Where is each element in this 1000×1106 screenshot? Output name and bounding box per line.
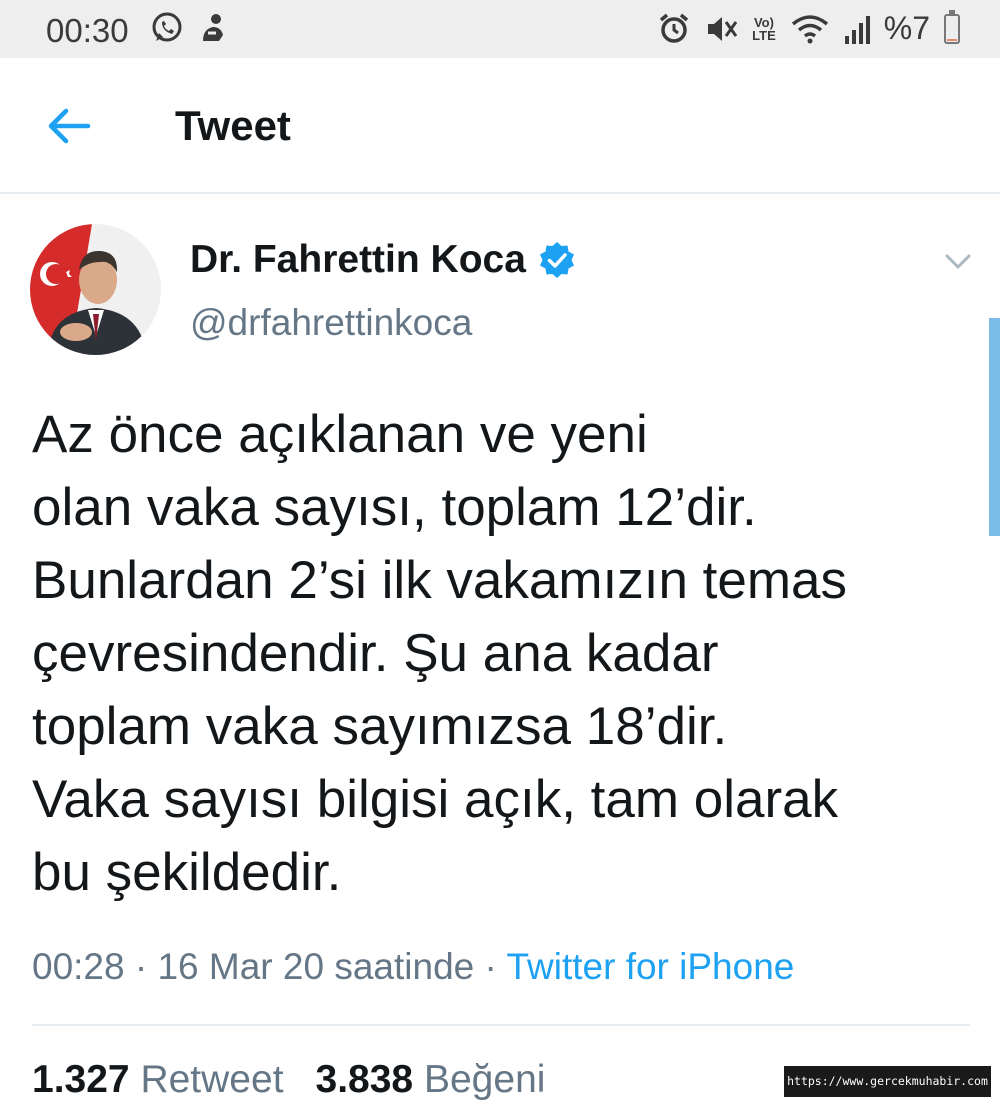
tweet-meta: 00:28 · 16 Mar 20 saatinde · Twitter for…	[32, 946, 794, 988]
status-right-icons: Vo) LTE %7	[658, 9, 960, 47]
page-title: Tweet	[175, 102, 291, 149]
notification-icon	[198, 11, 228, 50]
status-left-icons	[150, 11, 228, 50]
battery-percentage: %7	[883, 10, 930, 46]
author-name[interactable]: Dr. Fahrettin Koca	[190, 238, 576, 282]
like-stat[interactable]: 3.838 Beğeni	[316, 1058, 546, 1102]
alarm-icon	[658, 12, 690, 46]
retweet-stat[interactable]: 1.327 Retweet	[32, 1058, 284, 1102]
top-app-bar: Tweet	[0, 58, 1000, 194]
back-arrow-icon	[48, 108, 91, 144]
author-name-text: Dr. Fahrettin Koca	[190, 238, 526, 281]
back-button[interactable]	[44, 104, 94, 148]
tweet-text: Az önce açıklanan ve yeni olan vaka sayı…	[32, 405, 848, 902]
retweet-label: Retweet	[140, 1058, 284, 1101]
battery-fill	[947, 38, 957, 41]
whatsapp-icon	[150, 11, 184, 50]
volte-icon: Vo) LTE	[752, 16, 776, 42]
author-handle[interactable]: @drfahrettinkoca	[190, 302, 472, 344]
tweet-timestamp: 00:28 · 16 Mar 20 saatinde ·	[32, 946, 507, 987]
chevron-down-icon	[945, 254, 971, 269]
avatar[interactable]	[30, 224, 161, 355]
status-time: 00:30	[46, 12, 129, 49]
watermark: https://www.gercekmuhabir.com	[784, 1066, 991, 1097]
like-label: Beğeni	[423, 1058, 546, 1101]
volte-label-bottom: LTE	[752, 27, 776, 43]
battery-icon	[944, 9, 960, 44]
scrollbar[interactable]	[989, 318, 1000, 536]
status-bar: 00:30 Vo) LTE %7	[0, 0, 1000, 58]
verified-badge-icon	[539, 242, 574, 278]
tweet-stats: 1.327 Retweet 3.838 Beğeni	[32, 1058, 545, 1102]
divider	[32, 1024, 970, 1026]
wifi-icon	[790, 12, 830, 46]
like-count: 3.838	[315, 1058, 414, 1101]
signal-icon	[844, 12, 870, 46]
retweet-count: 1.327	[32, 1058, 130, 1101]
tweet-source-link[interactable]: Twitter for iPhone	[506, 946, 794, 987]
more-options-button[interactable]	[940, 246, 976, 276]
vibrate-icon	[704, 12, 738, 46]
